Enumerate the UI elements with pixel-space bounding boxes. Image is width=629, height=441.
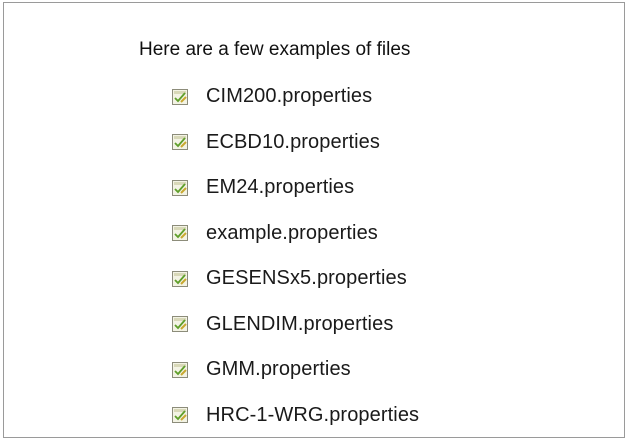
file-item[interactable]: GESENSx5.properties (164, 256, 544, 302)
figure-frame: Here are a few examples of files CIM200.… (3, 2, 625, 438)
file-name: ECBD10.properties (206, 130, 381, 153)
file-name: GMM.properties (206, 358, 351, 381)
file-item[interactable]: CIM200.properties (164, 74, 544, 120)
file-name: GLENDIM.properties (206, 312, 394, 335)
properties-file-icon (172, 407, 188, 424)
properties-file-icon (172, 134, 188, 151)
file-name: EM24.properties (206, 176, 355, 199)
properties-file-icon (172, 270, 188, 287)
caption-heading: Here are a few examples of files (139, 39, 411, 60)
properties-file-icon (172, 316, 188, 333)
file-item[interactable]: EM24.properties (164, 165, 544, 211)
file-item[interactable]: GLENDIM.properties (164, 302, 544, 348)
file-item[interactable]: GMM.properties (164, 347, 544, 393)
properties-file-icon (172, 179, 188, 196)
file-name: HRC-1-WRG.properties (206, 403, 420, 426)
file-list: CIM200.properties ECBD10.properties EM24… (164, 74, 544, 438)
file-item[interactable]: ECBD10.properties (164, 120, 544, 166)
file-name: GESENSx5.properties (206, 267, 407, 290)
properties-file-icon (172, 88, 188, 105)
file-name: CIM200.properties (206, 85, 373, 108)
file-item[interactable]: HRC-1-WRG.properties (164, 393, 544, 439)
properties-file-icon (172, 361, 188, 378)
file-name: example.properties (206, 221, 378, 244)
properties-file-icon (172, 225, 188, 242)
file-item[interactable]: example.properties (164, 211, 544, 257)
